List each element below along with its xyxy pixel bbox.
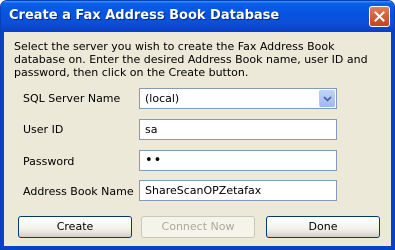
user-id-input[interactable]: sa	[139, 119, 337, 140]
user-id-label: User ID	[23, 123, 64, 136]
dropdown-button[interactable]	[319, 90, 335, 107]
dialog-content: Select the server you wish to create the…	[4, 32, 391, 246]
password-value: ••	[145, 153, 163, 168]
user-id-value: sa	[145, 123, 158, 136]
create-button[interactable]: Create	[18, 216, 132, 238]
chevron-down-icon	[323, 96, 332, 102]
close-button[interactable]	[369, 6, 390, 27]
password-label: Password	[23, 155, 75, 168]
connect-now-button: Connect Now	[141, 216, 255, 238]
dialog-window: Create a Fax Address Book Database Selec…	[0, 0, 395, 250]
password-input[interactable]: ••	[139, 150, 337, 171]
done-button[interactable]: Done	[266, 216, 380, 238]
close-icon	[374, 11, 385, 22]
address-book-label: Address Book Name	[23, 185, 134, 198]
window-title: Create a Fax Address Book Database	[9, 8, 280, 23]
frame-bottom	[1, 246, 394, 249]
frame-right	[391, 32, 394, 249]
server-label: SQL Server Name	[23, 92, 121, 105]
address-book-input[interactable]: ShareScanOPZetafax	[139, 180, 337, 201]
server-dropdown[interactable]: (local)	[139, 88, 337, 109]
address-book-value: ShareScanOPZetafax	[145, 184, 262, 197]
server-value: (local)	[145, 92, 180, 105]
instructions-text: Select the server you wish to create the…	[14, 40, 368, 79]
title-bar: Create a Fax Address Book Database	[1, 1, 394, 32]
